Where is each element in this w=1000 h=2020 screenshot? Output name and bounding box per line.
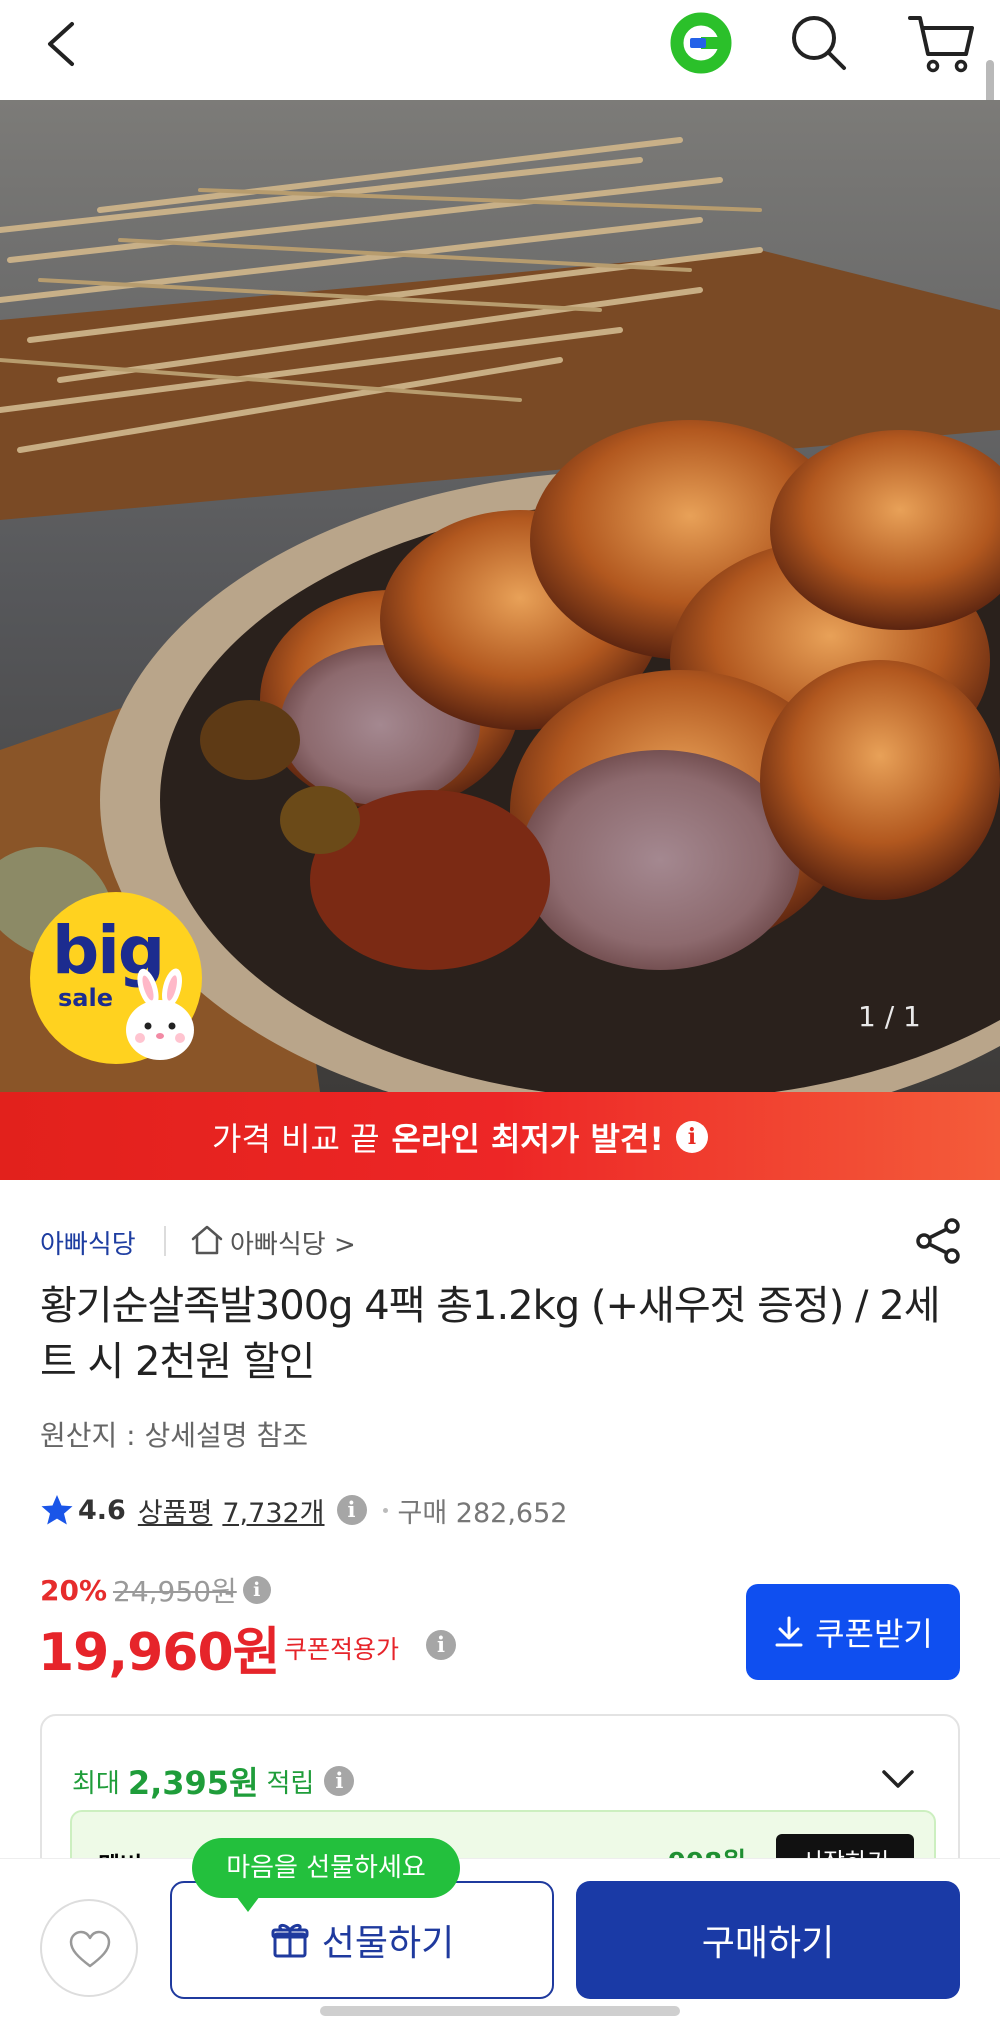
wishlist-button[interactable] (40, 1899, 138, 1997)
info-icon[interactable]: i (242, 1576, 271, 1604)
bunny-icon (126, 968, 194, 1060)
get-coupon-button[interactable]: 쿠폰받기 (746, 1584, 960, 1680)
gift-tooltip: 마음을 선물하세요 (192, 1838, 460, 1912)
product-title: 황기순살족발300g 4팩 총1.2kg (+새우젓 증정) / 2세트 시 2… (40, 1283, 941, 1385)
rating-score: 4.6 (78, 1494, 126, 1526)
search-icon (792, 16, 846, 70)
cart-button[interactable] (906, 10, 976, 76)
reward-row[interactable]: 최대 2,395원 적립 i (72, 1758, 355, 1804)
g-logo-icon[interactable] (668, 10, 734, 76)
divider (164, 1226, 166, 1256)
separator-dot (382, 1507, 388, 1513)
cart-icon (908, 16, 974, 73)
info-icon[interactable]: i (426, 1630, 456, 1660)
reward-suffix: 적립 (266, 1768, 315, 1799)
star-icon (41, 1495, 73, 1525)
gift-icon (271, 1923, 309, 1958)
gift-button[interactable]: 선물하기 (170, 1881, 554, 1999)
product-image-carousel[interactable]: big sale 1 / 1 (0, 100, 1000, 1092)
share-button[interactable] (914, 1216, 964, 1266)
bottom-action-bar: 선물하기 구매하기 (0, 1858, 1000, 2020)
home-icon[interactable] (190, 1224, 224, 1256)
buy-button[interactable]: 구매하기 (576, 1881, 960, 1999)
discount-row: 20% 24,950원 i (40, 1570, 271, 1610)
info-icon[interactable]: i (324, 1766, 355, 1796)
rating-row: 4.6 상품평 7,732개 i 구매 282,652 (40, 1490, 567, 1530)
origin-info: 원산지 : 상세설명 참조 (40, 1419, 308, 1452)
chevron-left-icon (48, 22, 74, 66)
banner-strong-text: 온라인 최저가 발견! (391, 1120, 664, 1158)
review-count-link[interactable]: 7,732개 (222, 1491, 324, 1530)
info-icon[interactable]: i (675, 1121, 708, 1153)
store-link[interactable]: 아빠식당 > (230, 1224, 356, 1261)
badge-sale-text: sale (58, 984, 113, 1012)
chevron-down-icon[interactable] (878, 1758, 918, 1798)
top-navigation-bar (0, 0, 1000, 100)
banner-light-text: 가격 비교 끝 (212, 1120, 380, 1158)
final-price: 19,960원 (38, 1623, 281, 1683)
download-icon (775, 1616, 803, 1647)
discount-percent: 20% (40, 1573, 108, 1607)
review-label-link[interactable]: 상품평 (138, 1491, 213, 1530)
info-icon[interactable]: i (336, 1495, 367, 1525)
original-price: 24,950원 (113, 1575, 237, 1608)
search-button[interactable] (786, 10, 852, 76)
heart-icon (69, 1930, 111, 1968)
back-button[interactable] (36, 14, 96, 74)
coupon-price-label: 쿠폰적용가 (284, 1635, 400, 1664)
image-page-counter: 1 / 1 (858, 1000, 921, 1033)
reward-amount: 2,395원 (127, 1764, 259, 1802)
big-sale-badge: big sale (30, 892, 202, 1064)
purchase-count: 구매 282,652 (397, 1497, 568, 1529)
home-indicator (320, 2006, 680, 2016)
lowest-price-banner[interactable]: 가격 비교 끝 온라인 최저가 발견! i (0, 1092, 1000, 1180)
coupon-button-label: 쿠폰받기 (815, 1615, 933, 1653)
share-icon (916, 1218, 960, 1264)
gift-button-label: 선물하기 (321, 1923, 455, 1964)
seller-name-link[interactable]: 아빠식당 (40, 1224, 136, 1261)
reward-prefix: 최대 (72, 1768, 120, 1799)
